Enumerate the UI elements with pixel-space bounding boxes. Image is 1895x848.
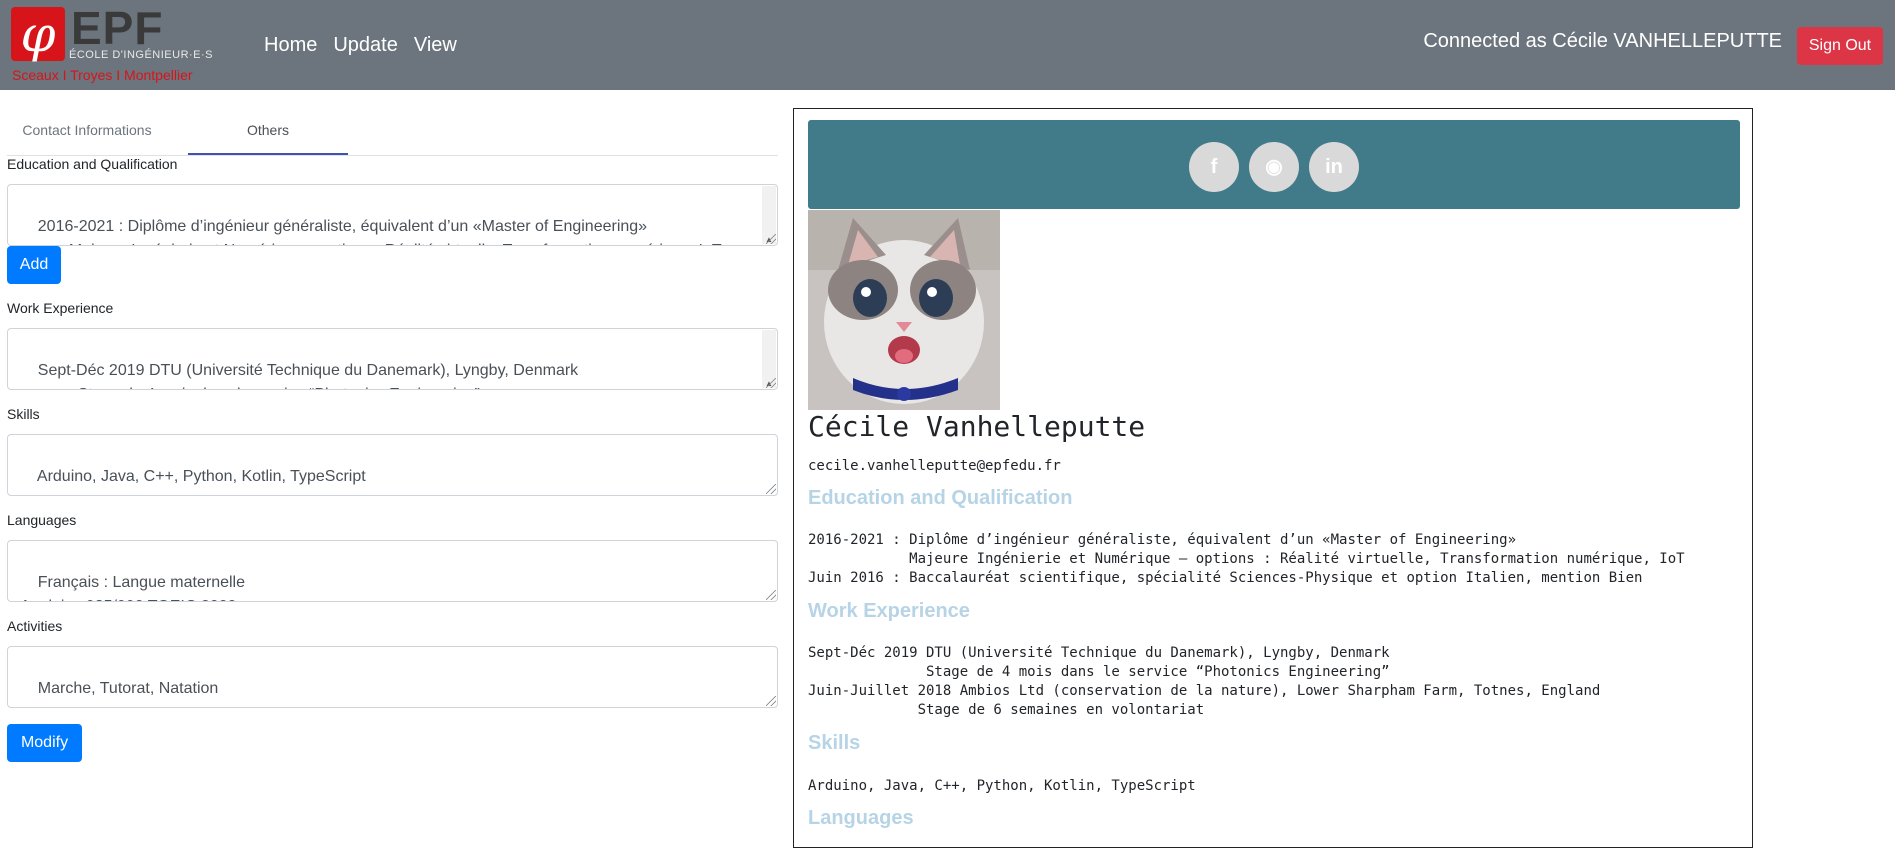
education-label: Education and Qualification	[7, 156, 178, 172]
work-experience-label: Work Experience	[7, 300, 114, 316]
activities-textarea-text: Marche, Tutorat, Natation	[37, 680, 219, 697]
epf-logo-mark: φ	[11, 7, 65, 61]
cv-preview-panel: f ◉ in Cécile Vanhelleputte cecile.vanhe…	[793, 108, 1753, 848]
form-tabs: Contact Informations Others	[7, 90, 778, 156]
languages-textarea-text: Français : Langue maternelle Anglais : 9…	[20, 574, 246, 601]
nav-update-link[interactable]: Update	[325, 34, 406, 57]
activities-label: Activities	[7, 618, 63, 634]
nav-links: Home Update View	[256, 34, 465, 57]
activities-textarea[interactable]: Marche, Tutorat, Natation	[7, 646, 778, 708]
resize-grip-icon[interactable]	[766, 590, 776, 600]
cv-skills-text: Arduino, Java, C++, Python, Kotlin, Type…	[808, 778, 1196, 794]
github-icon[interactable]: ◉	[1249, 142, 1299, 192]
skills-label: Skills	[7, 406, 40, 422]
education-textarea[interactable]: 2016-2021 : Diplôme d’ingénieur générali…	[7, 184, 778, 246]
nav-home-link[interactable]: Home	[256, 34, 325, 57]
work-experience-textarea[interactable]: Sept-Déc 2019 DTU (Université Technique …	[7, 328, 778, 390]
cv-email: cecile.vanhelleputte@epfedu.fr	[808, 458, 1061, 474]
cv-name: Cécile Vanhelleputte	[808, 410, 1146, 443]
add-button[interactable]: Add	[7, 246, 61, 284]
epf-logo[interactable]: φ EPF ÉCOLE D'INGÉNIEUR·E·S Sceaux I Tro…	[11, 2, 214, 85]
cv-education-title: Education and Qualification	[808, 487, 1073, 509]
epf-logo-subtitle: ÉCOLE D'INGÉNIEUR·E·S	[69, 49, 214, 61]
connected-user-text: Connected as Cécile VANHELLEPUTTE	[1423, 30, 1782, 52]
nav-view-link[interactable]: View	[406, 34, 465, 57]
work-experience-textarea-text: Sept-Déc 2019 DTU (Université Technique …	[37, 362, 579, 389]
profile-photo	[808, 210, 1000, 410]
cv-languages-title: Languages	[808, 807, 914, 829]
languages-label: Languages	[7, 512, 77, 528]
facebook-icon[interactable]: f	[1189, 142, 1239, 192]
skills-textarea-text: Arduino, Java, C++, Python, Kotlin, Type…	[36, 468, 366, 485]
resize-grip-icon[interactable]	[766, 378, 776, 388]
linkedin-icon[interactable]: in	[1309, 142, 1359, 192]
social-bar: f ◉ in	[808, 120, 1740, 209]
epf-logo-cities: Sceaux I Troyes I Montpellier	[12, 67, 193, 83]
cv-skills-title: Skills	[808, 732, 861, 754]
sign-out-button[interactable]: Sign Out	[1797, 27, 1883, 65]
skills-textarea[interactable]: Arduino, Java, C++, Python, Kotlin, Type…	[7, 434, 778, 496]
epf-logo-word: EPF	[71, 2, 164, 54]
edit-form-panel: Contact Informations Others Education an…	[7, 90, 778, 762]
languages-textarea[interactable]: Français : Langue maternelle Anglais : 9…	[7, 540, 778, 602]
tab-others[interactable]: Others	[188, 120, 348, 155]
navbar: φ EPF ÉCOLE D'INGÉNIEUR·E·S Sceaux I Tro…	[0, 0, 1895, 90]
cv-education-text: 2016-2021 : Diplôme d’ingénieur générali…	[808, 532, 1685, 586]
cat-photo-illustration	[808, 210, 1000, 410]
modify-button[interactable]: Modify	[7, 724, 82, 762]
resize-grip-icon[interactable]	[766, 484, 776, 494]
resize-grip-icon[interactable]	[766, 696, 776, 706]
resize-grip-icon[interactable]	[766, 234, 776, 244]
education-textarea-text: 2016-2021 : Diplôme d’ingénieur générali…	[37, 218, 722, 245]
tab-contact-informations[interactable]: Contact Informations	[7, 120, 167, 153]
cv-work-text: Sept-Déc 2019 DTU (Université Technique …	[808, 645, 1601, 718]
cv-work-title: Work Experience	[808, 600, 970, 622]
